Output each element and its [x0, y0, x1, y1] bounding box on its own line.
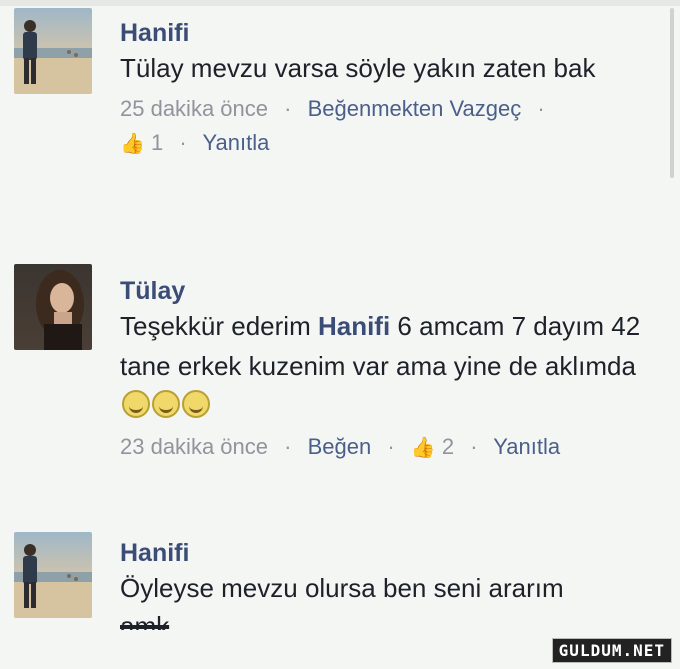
comment-meta: 23 dakika önce · Beğen · 👍 2 · Yanıtla [120, 430, 660, 465]
separator-dot: · [284, 434, 292, 459]
like-count[interactable]: 1 [151, 130, 163, 155]
comment-text: Tülay mevzu varsa söyle yakın zaten bak [120, 53, 596, 83]
separator-dot: · [470, 434, 478, 459]
comment-author[interactable]: Tülay [120, 276, 660, 306]
laughing-emoji-icon [122, 390, 150, 418]
comment-text-part: Teşekkür ederim [120, 311, 318, 341]
comment-body: Hanifi Öyleyse mevzu olursa ben seni ara… [120, 538, 660, 630]
censored-word: amk [120, 611, 170, 630]
laughing-emoji-icon [182, 390, 210, 418]
like-icon: 👍 [120, 133, 145, 155]
comment-meta: 25 dakika önce · Beğenmekten Vazgeç · 👍 … [120, 92, 660, 161]
like-icon: 👍 [410, 437, 436, 459]
comment-text-cut: amk [120, 608, 660, 630]
separator-dot: · [179, 130, 187, 155]
comment-text: Öyleyse mevzu olursa ben seni ararım [120, 573, 564, 603]
comment-body: Hanifi Tülay mevzu varsa söyle yakın zat… [120, 18, 660, 161]
top-divider [0, 0, 680, 6]
scrollbar[interactable] [670, 8, 674, 178]
like-button[interactable]: Beğen [308, 434, 372, 459]
comment-author[interactable]: Hanifi [120, 18, 660, 48]
reply-button[interactable]: Yanıtla [493, 434, 560, 459]
laughing-emoji-icon [152, 390, 180, 418]
comment-body: Tülay Teşekkür ederim Hanifi 6 amcam 7 d… [120, 276, 660, 465]
reply-button[interactable]: Yanıtla [202, 130, 269, 155]
comment-text: Teşekkür ederim Hanifi 6 amcam 7 dayım 4… [120, 306, 660, 426]
watermark-logo: GULDUM.NET [551, 638, 672, 663]
avatar[interactable] [14, 532, 92, 618]
comment-time[interactable]: 25 dakika önce [120, 96, 268, 121]
comment-time[interactable]: 23 dakika önce [120, 434, 268, 459]
mention-link[interactable]: Hanifi [318, 311, 390, 341]
comment-author[interactable]: Hanifi [120, 538, 660, 568]
avatar[interactable] [14, 8, 92, 94]
separator-dot: · [537, 96, 545, 121]
avatar[interactable] [14, 264, 92, 350]
separator-dot: · [387, 434, 395, 459]
unlike-button[interactable]: Beğenmekten Vazgeç [308, 96, 522, 121]
separator-dot: · [284, 96, 292, 121]
like-count[interactable]: 2 [442, 434, 454, 459]
